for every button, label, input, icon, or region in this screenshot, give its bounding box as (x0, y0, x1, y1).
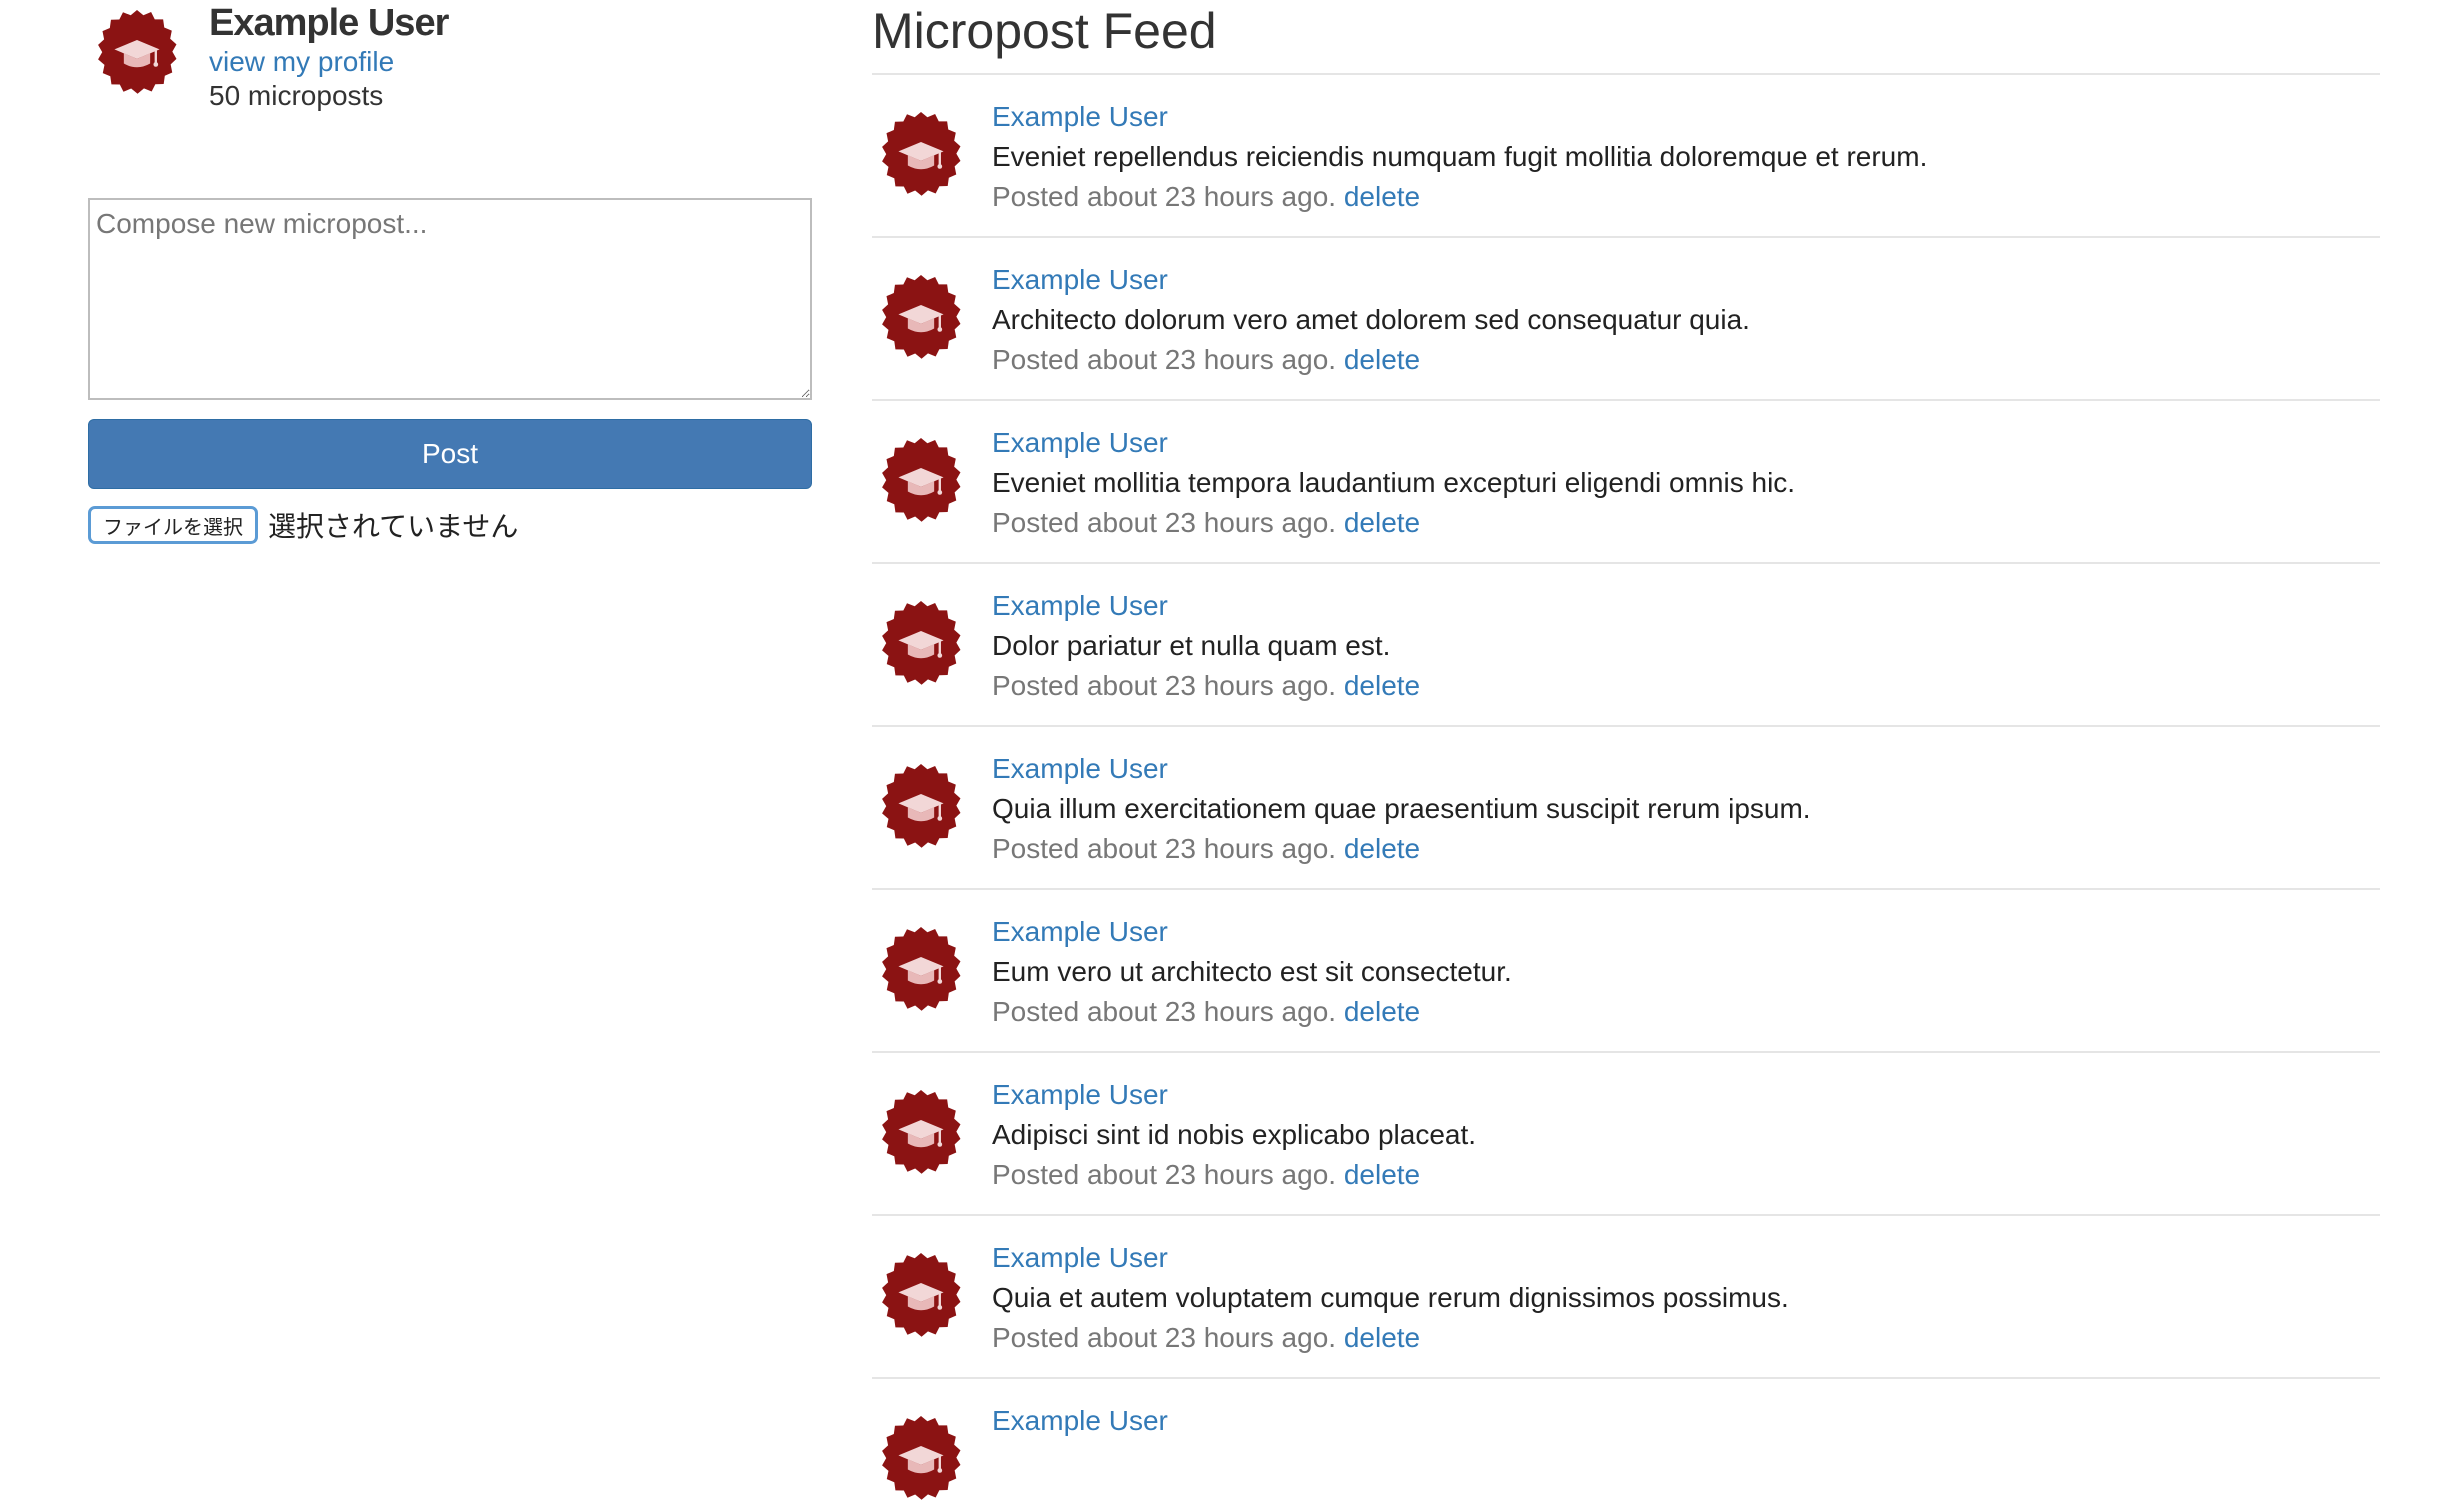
post-content: Dolor pariatur et nulla quam est. (992, 630, 1391, 661)
post-timestamp: Posted about 23 hours ago. delete (992, 507, 1420, 539)
micropost-item-partial: Example User (872, 1379, 2380, 1500)
avatar[interactable] (874, 274, 968, 368)
post-time-text: Posted about 23 hours ago. (992, 507, 1337, 538)
post-content: Quia illum exercitationem quae praesenti… (992, 793, 1811, 824)
delete-post-link[interactable]: delete (1344, 670, 1420, 701)
avatar[interactable] (90, 9, 184, 103)
user-info: Example User view my profile 50 micropos… (88, 0, 812, 170)
post-time-text: Posted about 23 hours ago. (992, 1159, 1337, 1190)
post-timestamp: Posted about 23 hours ago. delete (992, 181, 1420, 213)
micropost-count: 50 microposts (209, 80, 384, 111)
delete-post-link[interactable]: delete (1344, 344, 1420, 375)
avatar[interactable] (874, 111, 968, 205)
feed-list: Example User Eveniet repellendus reicien… (872, 73, 2380, 1500)
post-time-text: Posted about 23 hours ago. (992, 670, 1337, 701)
post-timestamp: Posted about 23 hours ago. delete (992, 833, 1420, 865)
micropost-item: Example User Eveniet mollitia tempora la… (872, 401, 2380, 564)
user-name: Example User (209, 2, 449, 44)
post-author-link[interactable]: Example User (992, 427, 1168, 459)
post-timestamp: Posted about 23 hours ago. delete (992, 344, 1420, 376)
post-content: Eveniet mollitia tempora laudantium exce… (992, 467, 1796, 498)
post-time-text: Posted about 23 hours ago. (992, 181, 1337, 212)
post-author-link[interactable]: Example User (992, 1242, 1168, 1274)
post-timestamp: Posted about 23 hours ago. delete (992, 996, 1420, 1028)
delete-post-link[interactable]: delete (1344, 996, 1420, 1027)
delete-post-link[interactable]: delete (1344, 1322, 1420, 1353)
view-profile-link[interactable]: view my profile (209, 46, 394, 78)
avatar[interactable] (874, 763, 968, 857)
post-timestamp: Posted about 23 hours ago. delete (992, 1322, 1420, 1354)
post-author-link[interactable]: Example User (992, 264, 1168, 296)
micropost-item: Example User Architecto dolorum vero ame… (872, 238, 2380, 401)
post-content: Adipisci sint id nobis explicabo placeat… (992, 1119, 1477, 1150)
avatar[interactable] (874, 437, 968, 531)
delete-post-link[interactable]: delete (1344, 507, 1420, 538)
post-time-text: Posted about 23 hours ago. (992, 996, 1337, 1027)
micropost-item: Example User Quia illum exercitationem q… (872, 727, 2380, 890)
post-timestamp: Posted about 23 hours ago. delete (992, 670, 1420, 702)
choose-file-button[interactable]: ファイルを選択 (88, 506, 258, 544)
sidebar: Example User view my profile 50 micropos… (88, 0, 812, 544)
avatar[interactable] (874, 1415, 968, 1509)
feed-title: Micropost Feed (872, 3, 1217, 59)
post-content: Eum vero ut architecto est sit consectet… (992, 956, 1512, 987)
delete-post-link[interactable]: delete (1344, 833, 1420, 864)
avatar[interactable] (874, 600, 968, 694)
avatar[interactable] (874, 1089, 968, 1183)
post-author-link[interactable]: Example User (992, 1405, 1168, 1437)
post-time-text: Posted about 23 hours ago. (992, 344, 1337, 375)
micropost-item: Example User Eum vero ut architecto est … (872, 890, 2380, 1053)
post-author-link[interactable]: Example User (992, 1079, 1168, 1111)
delete-post-link[interactable]: delete (1344, 181, 1420, 212)
delete-post-link[interactable]: delete (1344, 1159, 1420, 1190)
post-author-link[interactable]: Example User (992, 101, 1168, 133)
micropost-item: Example User Quia et autem voluptatem cu… (872, 1216, 2380, 1379)
post-author-link[interactable]: Example User (992, 590, 1168, 622)
post-author-link[interactable]: Example User (992, 916, 1168, 948)
avatar[interactable] (874, 1252, 968, 1346)
post-time-text: Posted about 23 hours ago. (992, 833, 1337, 864)
file-upload: ファイルを選択 選択されていません (88, 505, 518, 545)
post-content: Quia et autem voluptatem cumque rerum di… (992, 1282, 1789, 1313)
post-content: Architecto dolorum vero amet dolorem sed… (992, 304, 1750, 335)
post-author-link[interactable]: Example User (992, 753, 1168, 785)
post-time-text: Posted about 23 hours ago. (992, 1322, 1337, 1353)
post-button[interactable]: Post (88, 419, 812, 489)
file-status-label: 選択されていません (268, 510, 519, 543)
post-timestamp: Posted about 23 hours ago. delete (992, 1159, 1420, 1191)
micropost-item: Example User Dolor pariatur et nulla qua… (872, 564, 2380, 727)
micropost-item: Example User Eveniet repellendus reicien… (872, 75, 2380, 238)
micropost-item: Example User Adipisci sint id nobis expl… (872, 1053, 2380, 1216)
compose-micropost-textarea[interactable] (88, 198, 812, 400)
post-content: Eveniet repellendus reiciendis numquam f… (992, 141, 1928, 172)
avatar[interactable] (874, 926, 968, 1020)
